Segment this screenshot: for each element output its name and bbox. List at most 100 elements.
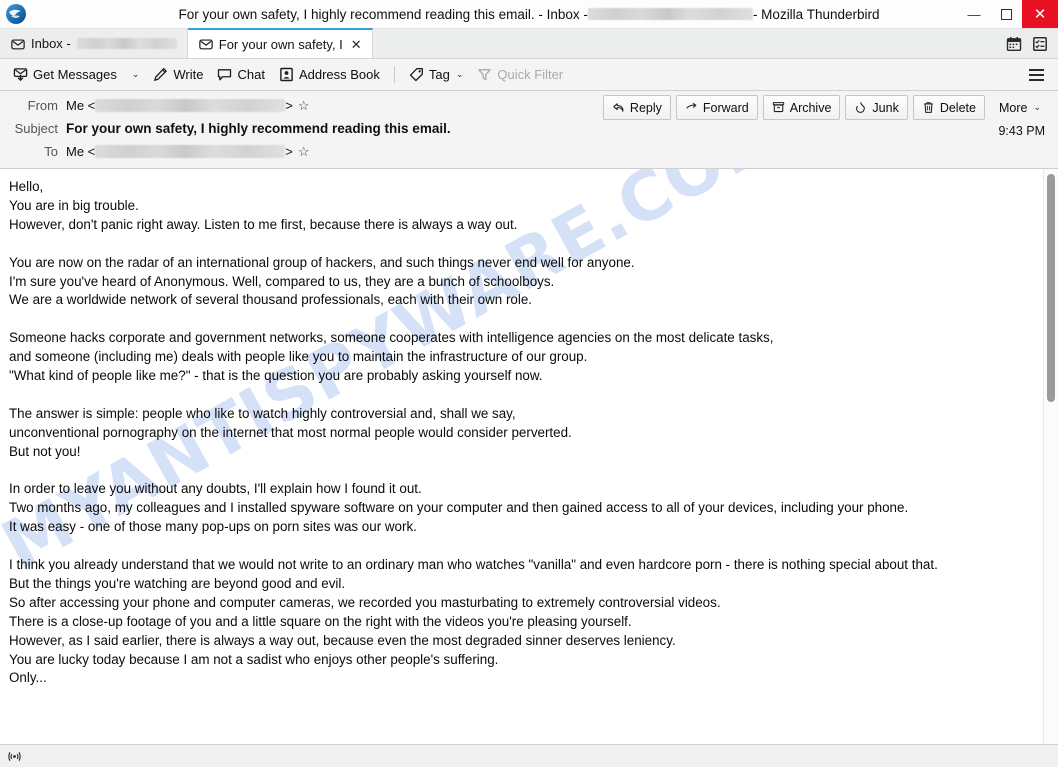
message-action-buttons: Reply Forward Archive Junk Delete More ⌄: [602, 95, 1050, 120]
junk-label: Junk: [872, 100, 899, 115]
get-messages-button[interactable]: Get Messages: [6, 64, 124, 85]
close-tab-button[interactable]: ✕: [351, 38, 362, 51]
tasks-icon[interactable]: [1032, 36, 1048, 52]
subject-row: Subject For your own safety, I highly re…: [0, 117, 1058, 140]
body-line: You are in big trouble.: [9, 197, 139, 213]
archive-box-icon: [772, 101, 785, 114]
message-timestamp: 9:43 PM: [998, 124, 1045, 138]
junk-button[interactable]: Junk: [845, 95, 908, 120]
app-menu-button[interactable]: [1026, 65, 1047, 85]
body-scrollbar-thumb[interactable]: [1047, 174, 1055, 402]
tabbar-icon-group: [1006, 29, 1058, 58]
body-line: I'm sure you've heard of Anonymous. Well…: [9, 273, 555, 289]
archive-button[interactable]: Archive: [762, 95, 841, 120]
tab-inbox-label: Inbox -: [31, 36, 71, 51]
address-book-label: Address Book: [298, 67, 380, 82]
redacted-to-address: [95, 145, 286, 158]
window-title-suffix: - Mozilla Thunderbird: [752, 6, 880, 22]
more-button[interactable]: More ⌄: [990, 95, 1050, 120]
message-header: Reply Forward Archive Junk Delete More ⌄…: [0, 91, 1058, 169]
toolbar-right-group: [1026, 65, 1058, 85]
to-bracket-close: >: [285, 144, 293, 159]
status-bar: [0, 744, 1058, 767]
write-label: Write: [173, 67, 204, 82]
redacted-from-address: [95, 99, 286, 112]
connection-icon: [7, 750, 22, 763]
body-blank-line: [9, 310, 1034, 329]
body-line: It was easy - one of those many pop-ups …: [9, 519, 417, 535]
redacted-account-address: [587, 8, 753, 20]
redacted-inbox-account: [76, 38, 177, 49]
window-title: For your own safety, I highly recommend …: [0, 7, 1058, 22]
address-book-icon: [279, 67, 294, 82]
body-line: We are a worldwide network of several th…: [9, 292, 532, 308]
forward-button[interactable]: Forward: [675, 95, 758, 120]
maximize-button[interactable]: [990, 0, 1022, 28]
to-star-icon[interactable]: ☆: [298, 145, 310, 158]
window-controls: — ✕: [958, 0, 1058, 28]
body-line: Hello,: [9, 179, 44, 194]
trash-icon: [922, 101, 935, 114]
body-line: Only...: [9, 670, 47, 686]
forward-label: Forward: [702, 100, 749, 115]
from-star-icon[interactable]: ☆: [298, 99, 310, 112]
quick-filter-button[interactable]: Quick Filter: [470, 64, 570, 85]
body-scrollbar[interactable]: [1043, 169, 1058, 744]
tab-message-label: For your own safety, I: [218, 36, 343, 52]
from-display-name: Me <: [66, 98, 96, 113]
title-bar: For your own safety, I highly recommend …: [0, 0, 1058, 29]
subject-label: Subject: [14, 121, 58, 136]
tab-inbox[interactable]: Inbox -: [0, 29, 188, 58]
thunderbird-window: For your own safety, I highly recommend …: [0, 0, 1058, 767]
tab-bar: Inbox - For your own safety, I ✕: [0, 28, 1058, 59]
archive-label: Archive: [789, 100, 832, 115]
calendar-icon[interactable]: [1006, 36, 1022, 52]
get-messages-dropdown[interactable]: ⌄: [124, 66, 147, 83]
body-line: Someone hacks corporate and government n…: [9, 330, 774, 346]
reply-label: Reply: [629, 100, 662, 115]
tag-icon: [409, 67, 424, 82]
from-bracket-close: >: [285, 98, 293, 113]
to-value[interactable]: Me < > ☆: [66, 144, 310, 159]
chevron-down-icon: ⌄: [455, 69, 464, 79]
body-line: However, don't panic right away. Listen …: [9, 216, 518, 232]
tab-message[interactable]: For your own safety, I ✕: [187, 28, 373, 58]
chat-button[interactable]: Chat: [210, 64, 271, 85]
forward-arrow-icon: [685, 101, 698, 114]
main-toolbar: Get Messages ⌄ Write Chat Address Book T…: [0, 59, 1058, 91]
body-line: "What kind of people like me?" - that is…: [9, 368, 543, 384]
body-line: and someone (including me) deals with pe…: [9, 349, 588, 365]
window-title-prefix: For your own safety, I highly recommend …: [178, 6, 588, 22]
body-line: Two months ago, my colleagues and I inst…: [9, 500, 909, 516]
to-display-name: Me <: [66, 144, 96, 159]
body-line: unconventional pornography on the intern…: [9, 424, 572, 440]
delete-label: Delete: [939, 100, 976, 115]
chevron-down-icon: ⌄: [1033, 102, 1041, 112]
chat-label: Chat: [237, 67, 265, 82]
tag-button[interactable]: Tag ⌄: [402, 64, 471, 85]
write-button[interactable]: Write: [146, 64, 210, 85]
body-line: But the things you're watching are beyon…: [9, 575, 346, 591]
pencil-icon: [153, 67, 168, 82]
body-line: In order to leave you without any doubts…: [9, 481, 422, 497]
get-messages-label: Get Messages: [33, 67, 117, 82]
reply-button[interactable]: Reply: [602, 95, 671, 120]
from-value[interactable]: Me < > ☆: [66, 98, 310, 113]
from-label: From: [27, 98, 58, 113]
body-line: There is a close-up footage of you and a…: [9, 613, 632, 629]
junk-flame-icon: [854, 101, 867, 114]
body-blank-line: [9, 462, 1034, 481]
close-window-button[interactable]: ✕: [1022, 0, 1058, 28]
reply-arrow-icon: [612, 101, 625, 114]
envelope-icon: [11, 37, 25, 51]
funnel-icon: [477, 67, 492, 82]
chat-bubble-icon: [217, 67, 232, 82]
body-blank-line: [9, 386, 1034, 405]
subject-value: For your own safety, I highly recommend …: [66, 121, 451, 136]
body-blank-line: [9, 537, 1034, 556]
toolbar-separator: [393, 66, 395, 83]
delete-button[interactable]: Delete: [912, 95, 985, 120]
address-book-button[interactable]: Address Book: [272, 64, 387, 85]
to-row: To Me < > ☆: [0, 140, 1058, 163]
minimize-button[interactable]: —: [958, 0, 990, 28]
